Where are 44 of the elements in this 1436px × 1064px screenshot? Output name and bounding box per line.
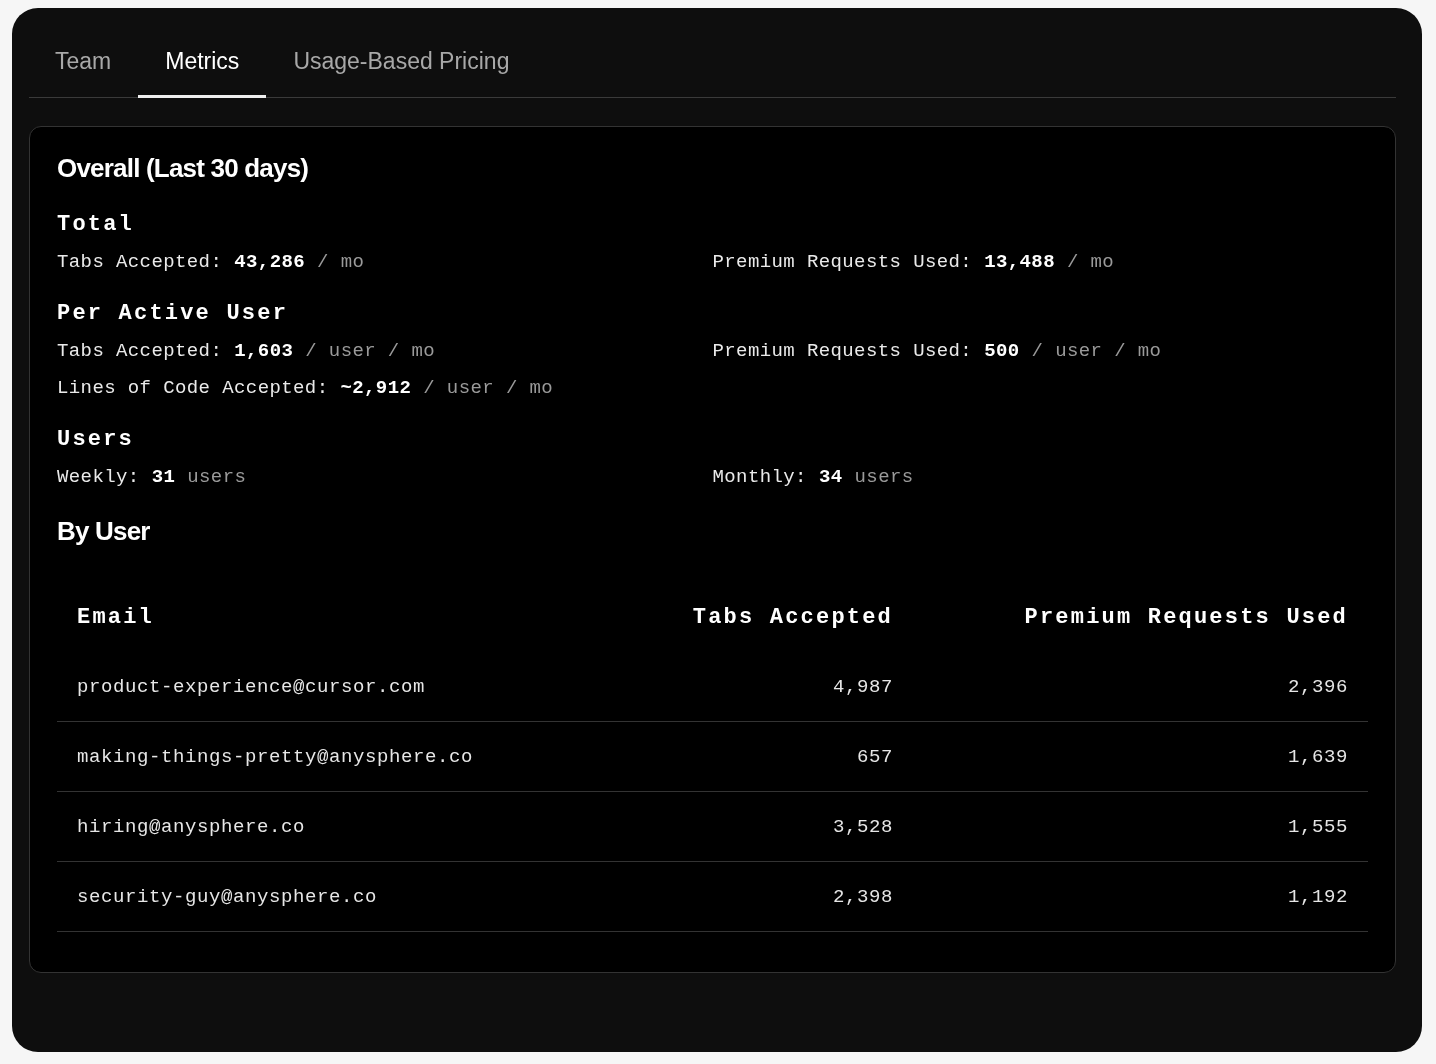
stat-unit: users: [187, 466, 247, 488]
group-title: Users: [57, 427, 135, 452]
tab[interactable]: Usage-Based Pricing: [266, 30, 537, 98]
tab[interactable]: Metrics: [138, 30, 267, 98]
stat-value: ~2,912: [340, 377, 412, 399]
table-cell-text: 2,398: [832, 885, 894, 908]
table-cell-text: 1,555: [1287, 815, 1349, 838]
stat-label: Premium Requests Used:: [712, 251, 973, 273]
stat-unit: / user / mo: [423, 377, 554, 399]
stat-value: 43,286: [234, 251, 306, 273]
table-cell-text: 657: [856, 745, 894, 768]
stat-value: 13,488: [984, 251, 1055, 273]
stat-value: 500: [984, 340, 1020, 362]
table-cell-text: product-experience@cursor.com: [76, 675, 427, 698]
tab[interactable]: Team: [43, 30, 139, 98]
table-cell-text: 3,528: [832, 815, 894, 838]
stat-unit: / mo: [1066, 251, 1115, 273]
section-title: Overall (Last 30 days): [57, 153, 310, 184]
column-header: Email: [76, 605, 155, 630]
table-cell-text: 1,639: [1287, 745, 1349, 768]
stat-unit: / user / mo: [1031, 340, 1162, 362]
table-cell-text: 2,396: [1287, 675, 1349, 698]
table-cell-text: 1,192: [1287, 885, 1349, 908]
table-cell-text: 4,987: [832, 675, 894, 698]
group-title: Per Active User: [57, 301, 290, 326]
stat-label: Tabs Accepted:: [57, 340, 223, 362]
section-title: By User: [57, 516, 151, 547]
group-title: Total: [57, 212, 135, 237]
table-cell-text: hiring@anysphere.co: [76, 815, 307, 838]
column-header: Tabs Accepted: [691, 605, 894, 630]
stat-label: Weekly:: [57, 466, 140, 488]
stat-value: 31: [151, 466, 176, 488]
stat-label: Premium Requests Used:: [712, 340, 973, 362]
stat-unit: / mo: [317, 251, 365, 273]
stat-value: 34: [818, 466, 843, 488]
stat-label: Lines of Code Accepted:: [57, 377, 329, 399]
table-cell-text: security-guy@anysphere.co: [76, 885, 379, 908]
stat-unit: / user / mo: [305, 340, 436, 362]
stat-label: Tabs Accepted:: [57, 251, 223, 273]
stat-value: 1,603: [234, 340, 294, 362]
stat-label: Monthly:: [712, 466, 807, 488]
column-header: Premium Requests Used: [1023, 605, 1349, 630]
table-cell-text: making-things-pretty@anysphere.co: [76, 745, 475, 768]
stat-unit: users: [854, 466, 914, 488]
